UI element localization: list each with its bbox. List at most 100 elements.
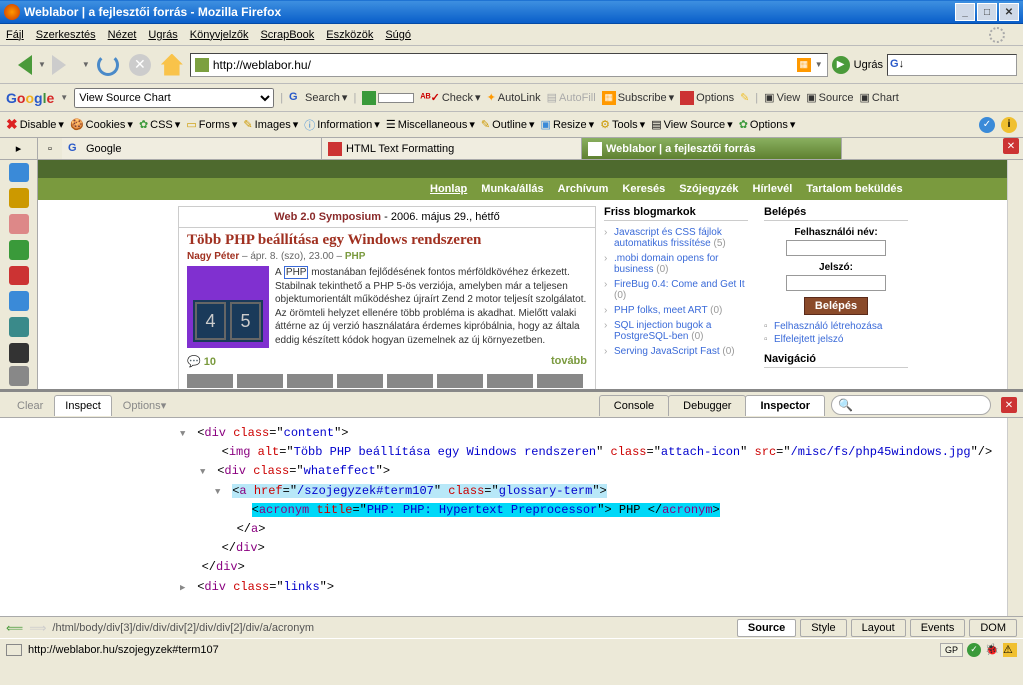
blogmark-item[interactable]: FireBug 0.4: Come and Get It (0) [604,277,748,303]
tab-close-button[interactable]: ✕ [1003,138,1019,154]
tab-html[interactable]: HTML Text Formatting [322,138,582,159]
minimize-button[interactable]: _ [955,3,975,21]
fb-events-btn[interactable]: Events [910,619,966,637]
blogmark-item[interactable]: .mobi domain opens for business (0) [604,251,748,277]
blogmark-item[interactable]: Serving JavaScript Fast (0) [604,344,748,359]
go-button[interactable]: ▶ [832,56,850,74]
g-view[interactable]: ▣View [764,91,800,104]
fb-search[interactable]: 🔍 [831,395,991,415]
sb-icon-9[interactable] [9,366,29,386]
fb-inspector-tab[interactable]: Inspector [745,395,825,416]
nav-archivum[interactable]: Archívum [558,183,609,195]
back-dropdown[interactable]: ▼ [38,60,46,69]
sidebar-toggle[interactable]: ▸ [0,138,37,160]
read-more-link[interactable]: tovább [551,355,587,368]
g-autolink[interactable]: ✦AutoLink [487,91,541,104]
url-bar[interactable]: ▦ ▼ [190,53,828,77]
menu-file[interactable]: Fájl [6,29,24,41]
gp-badge[interactable]: GP [940,643,963,657]
fb-options[interactable]: Options▾ [112,394,177,416]
menu-view[interactable]: Nézet [108,29,137,41]
wd-tools[interactable]: ⚙Tools▾ [600,118,645,131]
wd-outline[interactable]: ✎Outline▾ [481,118,535,131]
url-input[interactable] [213,58,793,72]
fb-clear[interactable]: Clear [6,395,54,416]
wd-css[interactable]: ✿CSS▾ [139,118,180,131]
g-highlight[interactable]: ✎ [740,91,749,104]
sb-icon-7[interactable] [9,317,29,337]
wd-options[interactable]: ✿Options▾ [739,118,796,131]
comment-count[interactable]: 💬 10 [187,355,216,368]
fb-close-button[interactable]: ✕ [1001,397,1017,413]
nav-munka[interactable]: Munka/állás [481,183,543,195]
maximize-button[interactable]: □ [977,3,997,21]
sb-icon-3[interactable] [9,214,29,234]
fb-layout-btn[interactable]: Layout [851,619,906,637]
close-button[interactable]: ✕ [999,3,1019,21]
selected-node[interactable]: <acronym title="PHP: PHP: Hypertext Prep… [252,503,720,517]
nav-kereses[interactable]: Keresés [622,183,665,195]
forward-dropdown[interactable]: ▼ [82,60,90,69]
fb-scrollbar[interactable] [1007,418,1023,616]
wd-misc[interactable]: ☰Miscellaneous▾ [386,118,475,131]
g-pagerank[interactable] [362,91,414,105]
username-input[interactable] [786,240,886,256]
sb-icon-2[interactable] [9,188,29,208]
menu-bookmarks[interactable]: Könyvjelzők [190,29,249,41]
page-scrollbar[interactable] [1007,160,1023,389]
tab-weblabor[interactable]: Weblabor | a fejlesztői forrás [582,138,842,159]
blogmark-item[interactable]: SQL injection bugok a PostgreSQL-ben (0) [604,318,748,344]
wd-resize[interactable]: ▣Resize▾ [541,118,595,131]
password-input[interactable] [786,275,886,291]
fb-console-tab[interactable]: Console [599,395,669,416]
fb-next[interactable]: ⟹ [29,621,46,635]
g-chart[interactable]: ▣Chart [859,91,898,104]
sb-icon-4[interactable] [9,240,29,260]
wd-info-icon[interactable]: i [1001,117,1017,133]
stop-button[interactable]: ✕ [126,51,154,79]
fb-debugger-tab[interactable]: Debugger [668,395,746,416]
menu-edit[interactable]: Szerkesztés [36,29,96,41]
fb-prev[interactable]: ⟸ [6,621,23,635]
back-button[interactable] [6,51,34,79]
menu-tools[interactable]: Eszközök [326,29,373,41]
fb-source-btn[interactable]: Source [737,619,796,637]
nav-hirlevel[interactable]: Hírlevél [753,183,793,195]
wd-forms[interactable]: ▭Forms▾ [186,118,237,131]
create-user-link[interactable]: Felhasználó létrehozása [764,321,908,332]
warning-icon[interactable]: ⚠ [1003,643,1017,657]
g-search-button[interactable]: GSearch ▾ [289,91,347,105]
sb-icon-5[interactable] [9,266,29,286]
reload-button[interactable] [94,51,122,79]
blogmark-item[interactable]: PHP folks, meet ART (0) [604,303,748,318]
url-dropdown[interactable]: ▼ [815,60,823,69]
article-title[interactable]: Több PHP beállítása egy Windows rendszer… [187,232,587,249]
nav-honlap[interactable]: Honlap [430,183,467,195]
firebug-source-tree[interactable]: ▼ <div class="content"> <img alt="Több P… [0,418,1023,616]
nav-szojegyzek[interactable]: Szójegyzék [679,183,738,195]
sb-icon-6[interactable] [9,291,29,311]
sb-icon-1[interactable] [9,163,29,183]
home-button[interactable] [158,51,186,79]
new-tab-button[interactable]: ▫ [38,138,62,159]
wd-information[interactable]: ⓘInformation▾ [304,117,380,133]
fb-style-btn[interactable]: Style [800,619,846,637]
rss-icon[interactable]: ▦ [797,58,811,72]
fb-inspect[interactable]: Inspect [54,395,111,416]
wd-disable[interactable]: ✖Disable▾ [6,116,64,133]
wd-validate-icon[interactable]: ✓ [979,117,995,133]
g-subscribe[interactable]: ▦Subscribe ▾ [602,91,674,105]
google-search-select[interactable]: View Source Chart [74,88,274,108]
wd-images[interactable]: ✎Images▾ [243,118,298,131]
fb-dom-btn[interactable]: DOM [969,619,1017,637]
tab-google[interactable]: GGoogle [62,138,322,159]
forward-button[interactable] [50,51,78,79]
g-autofill[interactable]: ▤AutoFill [547,91,596,104]
php-glossary-link[interactable]: PHP [284,266,309,279]
google-logo[interactable]: Google [6,90,54,106]
blogmark-item[interactable]: Javascript és CSS fájlok automatikus fri… [604,225,748,251]
sb-icon-8[interactable] [9,343,29,363]
status-ok-icon[interactable]: ✓ [967,643,981,657]
login-button[interactable]: Belépés [804,297,868,315]
fb-dom-path[interactable]: /html/body/div[3]/div/div/div[2]/div/div… [52,622,314,634]
